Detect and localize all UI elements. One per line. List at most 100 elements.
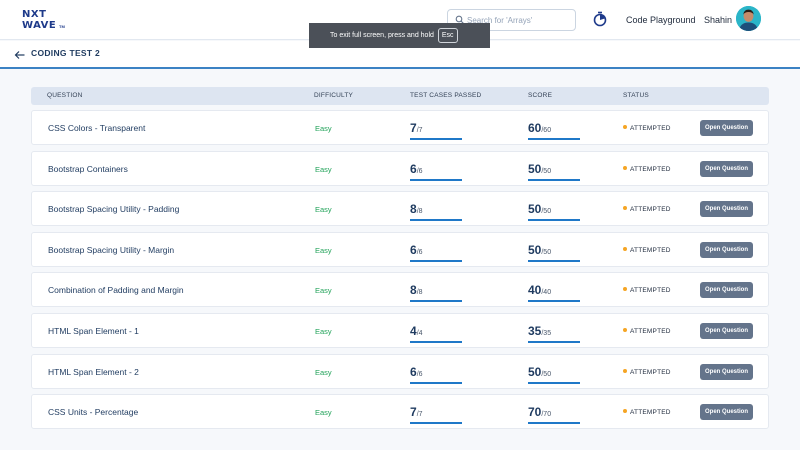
status-text: ATTEMPTED — [630, 409, 671, 417]
total-count: /8 — [416, 289, 423, 297]
test-progress-bar — [410, 341, 462, 343]
score: 40/40 — [528, 281, 580, 303]
test-progress-fill — [410, 259, 462, 262]
question-title[interactable]: Bootstrap Containers — [48, 164, 128, 174]
status-text: ATTEMPTED — [630, 206, 671, 214]
test-progress-fill — [410, 381, 462, 384]
test-progress-bar — [410, 138, 462, 140]
test-progress-fill — [410, 341, 462, 343]
score-progress-fill — [528, 381, 580, 384]
nxtwave-logo[interactable]: NXT WAVE TM — [22, 9, 68, 31]
question-title[interactable]: HTML Span Element - 1 — [48, 326, 139, 336]
test-progress-bar — [410, 381, 462, 384]
open-question-button[interactable]: Open Question — [700, 404, 753, 421]
score-max: /60 — [541, 127, 552, 134]
status-dot-icon — [623, 206, 627, 211]
column-header-tests: TEST CASES PASSED — [410, 92, 482, 99]
status-badge: ATTEMPTED — [623, 287, 671, 294]
score-value: 50 — [528, 364, 542, 379]
table-row: Bootstrap Spacing Utility - Margin Easy 6/… — [31, 231, 769, 267]
user-name[interactable]: Shahin — [704, 15, 732, 25]
score-progress-bar — [528, 219, 580, 222]
score-value: 60 — [528, 121, 542, 135]
open-question-button[interactable]: Open Question — [700, 201, 753, 218]
score-progress-bar — [528, 259, 580, 262]
open-question-button[interactable]: Open Question — [700, 282, 753, 299]
passed-count: 8 — [410, 283, 417, 298]
total-count: /6 — [416, 248, 423, 256]
table-row: HTML Span Element - 2 Easy 6/6 50/50 ATTEMPT… — [31, 353, 769, 389]
status-dot-icon — [623, 368, 627, 373]
question-title[interactable]: Bootstrap Spacing Utility - Margin — [48, 245, 174, 255]
column-header-question: QUESTION — [47, 92, 83, 99]
difficulty-label: Easy — [315, 408, 332, 418]
total-count: /7 — [416, 127, 423, 134]
status-dot-icon — [623, 287, 627, 292]
open-question-button[interactable]: Open Question — [700, 160, 753, 177]
score-progress-fill — [528, 341, 580, 343]
score: 50/50 — [528, 363, 580, 385]
passed-count: 6 — [410, 242, 417, 257]
fullscreen-toast: To exit full screen, press and hold Esc — [309, 23, 490, 48]
open-question-button[interactable]: Open Question — [700, 120, 753, 136]
question-title[interactable]: Bootstrap Spacing Utility - Padding — [48, 204, 179, 214]
difficulty-label: Easy — [315, 367, 332, 377]
code-playground-link[interactable]: Code Playground — [626, 15, 696, 25]
score-progress-fill — [528, 259, 580, 262]
score-progress-bar — [528, 300, 580, 303]
table-header: QUESTION DIFFICULTY TEST CASES PASSED SC… — [31, 87, 769, 105]
status-text: ATTEMPTED — [630, 368, 671, 376]
score-progress-bar — [528, 381, 580, 384]
score-value: 70 — [528, 405, 542, 420]
score: 35/35 — [528, 322, 580, 344]
table-row: CSS Colors - Transparent Easy 7/7 60/60 ATTE… — [31, 110, 769, 145]
total-count: /7 — [416, 411, 423, 419]
difficulty-label: Easy — [315, 245, 332, 255]
test-cases-passed: 8/8 — [410, 281, 462, 303]
difficulty-label: Easy — [315, 164, 332, 174]
score-max: /50 — [541, 167, 552, 175]
passed-count: 6 — [410, 364, 417, 379]
open-question-button[interactable]: Open Question — [700, 323, 753, 339]
score-value: 40 — [528, 283, 542, 298]
score-max: /50 — [541, 208, 552, 216]
status-badge: ATTEMPTED — [623, 165, 671, 173]
score: 70/70 — [528, 403, 580, 425]
status-dot-icon — [623, 165, 627, 170]
score: 60/60 — [528, 119, 580, 141]
open-question-button[interactable]: Open Question — [700, 363, 753, 380]
test-progress-fill — [410, 178, 462, 181]
status-badge: ATTEMPTED — [623, 246, 671, 254]
test-progress-bar — [410, 300, 462, 303]
passed-count: 4 — [410, 324, 417, 338]
question-title[interactable]: CSS Units - Percentage — [48, 407, 138, 417]
open-question-button[interactable]: Open Question — [700, 241, 753, 258]
score-max: /50 — [541, 370, 552, 378]
score-progress-fill — [528, 178, 580, 181]
test-progress-bar — [410, 422, 462, 425]
page-title: CODING TEST 2 — [31, 48, 101, 58]
test-progress-fill — [410, 422, 462, 425]
score-value: 50 — [528, 242, 542, 257]
score-progress-bar — [528, 422, 580, 425]
arrow-left-icon[interactable] — [14, 49, 26, 61]
question-title[interactable]: HTML Span Element - 2 — [48, 367, 139, 377]
question-title[interactable]: CSS Colors - Transparent — [48, 123, 145, 133]
test-progress-fill — [410, 219, 462, 222]
score-max: /70 — [541, 411, 552, 419]
score-progress-fill — [528, 300, 580, 303]
table-row: Combination of Padding and Margin Easy 8/8… — [31, 272, 769, 308]
score: 50/50 — [528, 241, 580, 263]
test-progress-fill — [410, 300, 462, 303]
timer-icon[interactable] — [592, 11, 608, 27]
status-text: ATTEMPTED — [630, 328, 671, 335]
score-progress-fill — [528, 138, 580, 140]
score-max: /50 — [541, 248, 552, 256]
avatar[interactable] — [736, 6, 761, 31]
toast-message: To exit full screen, press and hold — [330, 32, 434, 39]
question-title[interactable]: Combination of Padding and Margin — [48, 285, 184, 295]
difficulty-label: Easy — [315, 124, 332, 133]
score-progress-bar — [528, 178, 580, 181]
test-cases-passed: 6/6 — [410, 363, 462, 385]
test-cases-passed: 8/8 — [410, 200, 462, 222]
